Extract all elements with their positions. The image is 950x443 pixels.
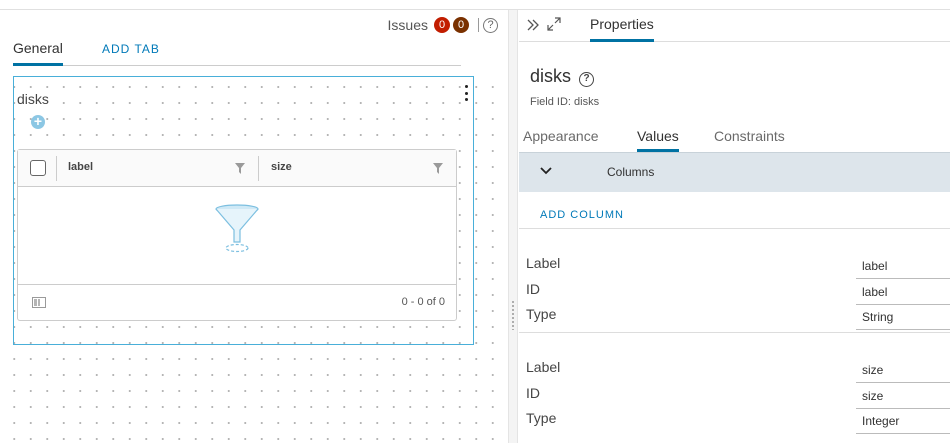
column-type-select[interactable]: Integer: [856, 410, 950, 434]
datagrid-footer: 0 - 0 of 0: [18, 284, 456, 321]
pane-splitter[interactable]: [508, 10, 518, 443]
prop-key: ID: [526, 281, 540, 297]
field-label: disks: [17, 91, 50, 107]
properties-panel: Properties disks ? Field ID: disks Appea…: [519, 10, 950, 443]
issues-label: Issues: [387, 17, 428, 33]
tab-values[interactable]: Values: [637, 128, 679, 152]
prop-key: Type: [526, 410, 557, 426]
add-row-icon[interactable]: +: [31, 114, 45, 129]
prop-key: Type: [526, 306, 557, 322]
tab-appearance[interactable]: Appearance: [523, 128, 599, 152]
help-icon[interactable]: ?: [579, 72, 594, 87]
filter-icon[interactable]: [433, 163, 443, 174]
column-1-label-row: Label label: [519, 255, 950, 279]
divider: [519, 332, 950, 333]
column-separator[interactable]: [258, 156, 259, 181]
prop-key: Label: [526, 255, 561, 271]
datagrid-empty-body: [18, 187, 456, 284]
properties-subtabs: Appearance Values Constraints: [519, 128, 950, 152]
pagination-summary: 0 - 0 of 0: [401, 296, 445, 308]
more-actions-icon[interactable]: [463, 85, 469, 101]
chevron-down-icon[interactable]: [540, 167, 552, 175]
selected-field-disks[interactable]: disks + label size 0 - 0 of 0: [13, 76, 474, 345]
collapse-panel-icon[interactable]: [526, 18, 540, 32]
form-tabs: General ADD TAB: [13, 38, 461, 66]
help-icon[interactable]: ?: [483, 17, 498, 33]
column-header-size[interactable]: size: [271, 161, 292, 173]
separator: [478, 18, 479, 32]
empty-filter-icon: [215, 204, 259, 253]
filter-icon[interactable]: [235, 163, 245, 174]
section-title: Columns: [607, 165, 655, 179]
tab-constraints[interactable]: Constraints: [714, 128, 785, 152]
prop-key: Label: [526, 359, 561, 375]
columns-section-header[interactable]: Columns: [519, 152, 950, 192]
designer-grid: disks + label size 0 - 0 of 0: [0, 76, 508, 443]
tab-properties[interactable]: Properties: [590, 16, 654, 42]
column-id-input[interactable]: size: [856, 385, 950, 409]
column-1-id-row: ID label: [519, 281, 950, 305]
field-title: disks: [530, 66, 572, 86]
column-toggle-icon[interactable]: [32, 297, 46, 308]
issues-indicator[interactable]: Issues 0 0 ?: [388, 15, 498, 35]
prop-key: ID: [526, 385, 540, 401]
top-border: [0, 0, 950, 10]
column-header-label[interactable]: label: [68, 161, 93, 173]
column-2-type-row: Type Integer: [519, 410, 950, 434]
column-1-type-row: Type String: [519, 306, 950, 330]
datagrid: label size 0 - 0 of 0: [17, 149, 457, 321]
column-label-input[interactable]: size: [856, 359, 950, 383]
column-label-input[interactable]: label: [856, 255, 950, 279]
column-type-select[interactable]: String: [856, 306, 950, 330]
add-column-button[interactable]: ADD COLUMN: [540, 209, 624, 221]
column-2-id-row: ID size: [519, 385, 950, 409]
field-id: Field ID: disks: [530, 96, 600, 108]
datagrid-header: label size: [18, 150, 456, 187]
properties-header: Properties: [519, 10, 950, 42]
column-separator: [56, 156, 57, 181]
form-canvas-pane: Issues 0 0 ? General ADD TAB disks + lab…: [0, 10, 508, 443]
splitter-grip-icon[interactable]: [511, 300, 515, 330]
column-id-input[interactable]: label: [856, 281, 950, 305]
divider: [519, 228, 950, 229]
expand-icon[interactable]: [547, 17, 561, 31]
select-all-checkbox[interactable]: [30, 160, 46, 176]
warnings-badge[interactable]: 0: [453, 17, 469, 33]
tab-general[interactable]: General: [13, 38, 63, 66]
add-tab-button[interactable]: ADD TAB: [102, 42, 160, 56]
column-2-label-row: Label size: [519, 359, 950, 383]
errors-badge[interactable]: 0: [434, 17, 450, 33]
